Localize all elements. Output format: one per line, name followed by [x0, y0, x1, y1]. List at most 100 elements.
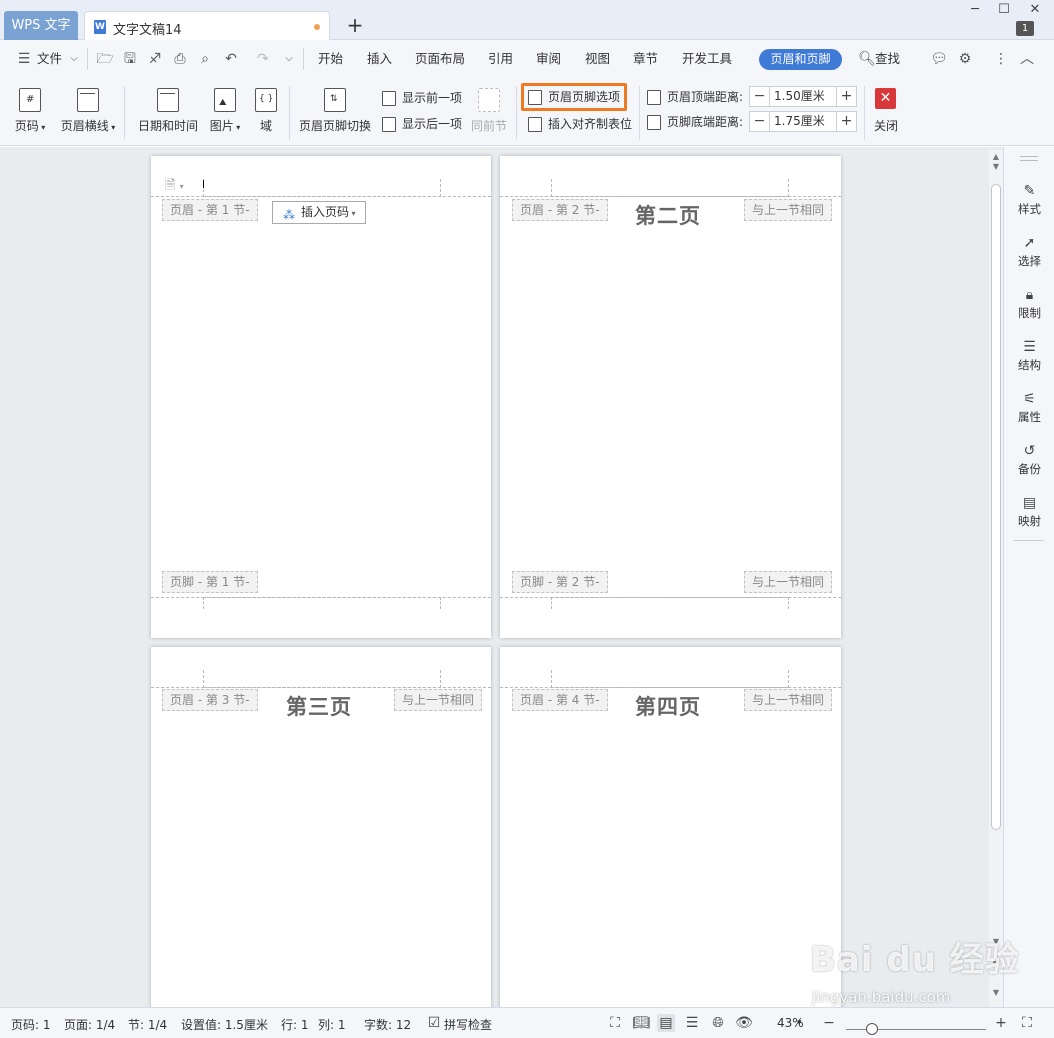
sidebar-grip[interactable]: [1020, 156, 1038, 157]
status-section[interactable]: 节: 1/4: [128, 1016, 167, 1033]
align-tab-icon: [528, 117, 542, 132]
sidebar-item-map[interactable]: ▤ 映射: [1004, 495, 1054, 529]
menu-insert[interactable]: 插入: [367, 50, 392, 68]
footer-area[interactable]: [203, 597, 441, 609]
scrollbar-thumb[interactable]: [991, 184, 1001, 830]
redo-icon[interactable]: ↷: [254, 50, 272, 68]
header-footer-switch-button[interactable]: ⇅ 页眉页脚切换: [298, 88, 372, 134]
page-1[interactable]: [151, 156, 491, 638]
menu-home[interactable]: 开始: [318, 50, 343, 68]
zoom-out-icon[interactable]: −: [820, 1014, 838, 1032]
hamburger-menu-icon[interactable]: ☰: [15, 50, 33, 68]
menu-developer[interactable]: 开发工具: [682, 50, 732, 68]
status-page-number[interactable]: 页码: 1: [11, 1016, 51, 1033]
field-button[interactable]: { } 域: [254, 88, 278, 134]
file-menu[interactable]: 文件: [37, 50, 62, 68]
print-preview-icon[interactable]: ⌕: [196, 50, 214, 68]
zoom-slider-handle[interactable]: [866, 1023, 878, 1035]
page-number-button[interactable]: # 页码 ▾: [12, 88, 48, 134]
sidebar-item-structure[interactable]: ☰ 结构: [1004, 339, 1054, 373]
sidebar-item-style[interactable]: ✎ 样式: [1004, 183, 1054, 217]
picture-button[interactable]: ⛰ 图片 ▾: [206, 88, 244, 134]
status-page[interactable]: 页面: 1/4: [64, 1016, 115, 1033]
undo-icon[interactable]: ↶: [222, 50, 240, 68]
spell-check-button[interactable]: 拼写检查: [444, 1016, 492, 1033]
menu-chapter[interactable]: 章节: [633, 50, 658, 68]
minimize-button[interactable]: ─: [964, 2, 986, 18]
spell-check-icon[interactable]: ☑: [425, 1014, 443, 1032]
page-view-icon[interactable]: ▤: [657, 1014, 675, 1032]
menu-review[interactable]: 审阅: [536, 50, 561, 68]
scroll-up-icon[interactable]: ▲: [989, 152, 1003, 161]
same-as-previous-button[interactable]: 同前节: [470, 88, 508, 134]
eye-protection-icon[interactable]: 👁︎: [735, 1014, 753, 1032]
footer-bottom-value[interactable]: 1.75厘米: [772, 112, 836, 131]
sidebar-item-backup[interactable]: ↺ 备份: [1004, 443, 1054, 477]
footer-bottom-stepper[interactable]: − 1.75厘米 +: [749, 111, 857, 132]
menu-references[interactable]: 引用: [488, 50, 513, 68]
open-folder-icon[interactable]: 🗁: [96, 50, 114, 68]
status-setting[interactable]: 设置值: 1.5厘米: [181, 1016, 268, 1033]
status-word-count[interactable]: 字数: 12: [364, 1016, 411, 1033]
sidebar-item-restrict[interactable]: 🔒︎ 限制: [1004, 287, 1054, 321]
header-top-stepper[interactable]: − 1.50厘米 +: [749, 86, 857, 107]
datetime-button[interactable]: 日期和时间: [137, 88, 199, 134]
word-doc-icon: W: [94, 20, 106, 34]
gear-icon[interactable]: ⚙: [956, 50, 974, 68]
search-button[interactable]: 查找: [875, 50, 900, 68]
comment-icon[interactable]: 💬︎: [930, 50, 948, 68]
header-area[interactable]: [203, 179, 441, 197]
increase-button[interactable]: +: [836, 87, 856, 106]
vertical-scrollbar[interactable]: ▲ ▼ ▼ ▲ ▼: [989, 150, 1003, 1007]
new-tab-button[interactable]: +: [344, 12, 366, 38]
fullscreen-icon[interactable]: ⛶: [606, 1014, 624, 1032]
header-top-distance-label: 页眉顶端距离:: [647, 87, 743, 107]
insert-align-tab-button[interactable]: 插入对齐制表位: [528, 114, 632, 134]
zoom-dropdown-icon[interactable]: ▾: [797, 1018, 802, 1028]
menu-view[interactable]: 视图: [585, 50, 610, 68]
collapse-ribbon-icon[interactable]: ︿: [1018, 50, 1036, 68]
next-page-icon[interactable]: ▼: [989, 988, 1003, 997]
chevron-down-icon[interactable]: ⌵: [65, 50, 83, 68]
maximize-button[interactable]: ☐: [993, 2, 1015, 18]
decrease-button[interactable]: −: [750, 87, 770, 106]
header-line-button[interactable]: 页眉横线 ▾: [58, 88, 118, 134]
sidebar-grip[interactable]: [1020, 160, 1038, 161]
web-view-icon[interactable]: 🌐︎: [709, 1014, 727, 1032]
footer-area[interactable]: [551, 597, 789, 609]
document-tab[interactable]: W 文字文稿14: [84, 11, 330, 41]
sidebar-item-select[interactable]: ➚ 选择: [1004, 235, 1054, 269]
scroll-up-icon[interactable]: ▼: [989, 162, 1003, 171]
reading-mode-icon[interactable]: 📖︎: [632, 1014, 650, 1032]
header-top-value[interactable]: 1.50厘米: [772, 87, 836, 106]
format-painter-icon[interactable]: ♐: [146, 50, 164, 68]
footer-bottom-distance-label: 页脚底端距离:: [647, 112, 743, 132]
print-icon[interactable]: ⎙: [171, 50, 189, 68]
header-area[interactable]: [551, 179, 789, 197]
show-next-button[interactable]: 显示后一项: [382, 114, 462, 134]
search-icon[interactable]: 🔍︎: [858, 50, 876, 68]
increase-button[interactable]: +: [836, 112, 856, 131]
history-icon: ↺: [1023, 443, 1036, 459]
decrease-button[interactable]: −: [750, 112, 770, 131]
sidebar-item-properties[interactable]: ⚟ 属性: [1004, 391, 1054, 425]
show-previous-button[interactable]: 显示前一项: [382, 88, 462, 108]
menu-header-footer[interactable]: 页眉和页脚: [759, 49, 842, 70]
outline-view-icon[interactable]: ☰: [683, 1014, 701, 1032]
status-col[interactable]: 列: 1: [318, 1016, 346, 1033]
close-window-button[interactable]: ✕: [1024, 2, 1046, 18]
document-icon[interactable]: 🗎 ▾: [165, 176, 184, 198]
fit-window-icon[interactable]: ⛶: [1018, 1014, 1036, 1032]
menu-page-layout[interactable]: 页面布局: [415, 50, 465, 68]
close-header-footer-icon[interactable]: ✕: [875, 88, 896, 109]
more-dropdown-icon[interactable]: ⌵: [280, 50, 298, 68]
insert-page-number-button[interactable]: ⁂ 插入页码 ▾: [272, 201, 366, 224]
close-header-footer-button[interactable]: 关闭: [872, 117, 900, 134]
header-area[interactable]: [551, 670, 789, 688]
save-icon[interactable]: 🖫: [121, 50, 139, 68]
zoom-in-icon[interactable]: +: [992, 1014, 1010, 1032]
header-area[interactable]: [203, 670, 441, 688]
more-vertical-icon[interactable]: ⋮: [992, 50, 1010, 68]
app-tab[interactable]: WPS 文字: [4, 11, 78, 40]
status-row[interactable]: 行: 1: [281, 1016, 309, 1033]
